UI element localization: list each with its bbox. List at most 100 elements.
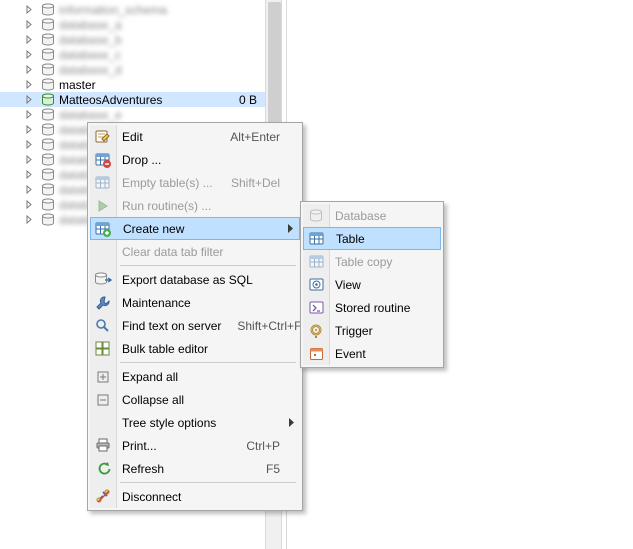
- expander-icon[interactable]: [26, 110, 35, 119]
- tree-node[interactable]: database_a: [0, 17, 265, 32]
- menu-label: Drop ...: [122, 153, 280, 167]
- expander-icon[interactable]: [26, 35, 35, 44]
- database-icon: [41, 138, 55, 152]
- submenu-arrow-icon: [288, 418, 294, 428]
- submenu-trigger[interactable]: Trigger: [303, 319, 441, 342]
- table-icon: [307, 230, 325, 248]
- menu-run-routines: Run routine(s) ...: [90, 194, 300, 217]
- edit-icon: [94, 128, 112, 146]
- refresh-icon: [94, 460, 112, 478]
- tree-node-size: 0 B: [239, 93, 265, 107]
- database-icon: [41, 168, 55, 182]
- menu-accel: Alt+Enter: [214, 130, 280, 144]
- menu-expand-all[interactable]: Expand all: [90, 365, 300, 388]
- database-icon: [307, 207, 325, 225]
- database-icon: [41, 123, 55, 137]
- context-menu[interactable]: Edit Alt+Enter Drop ... Empty table(s) .…: [87, 122, 303, 511]
- expander-icon[interactable]: [26, 200, 35, 209]
- menu-edit[interactable]: Edit Alt+Enter: [90, 125, 300, 148]
- database-icon: [41, 213, 55, 227]
- create-new-icon: [94, 220, 112, 238]
- menu-label: Table copy: [335, 255, 421, 269]
- menu-collapse-all[interactable]: Collapse all: [90, 388, 300, 411]
- menu-tree-style[interactable]: Tree style options: [90, 411, 300, 434]
- menu-label: Clear data tab filter: [122, 245, 280, 259]
- tree-node-label: MatteosAdventures: [59, 93, 239, 107]
- menu-bulk-editor[interactable]: Bulk table editor: [90, 337, 300, 360]
- menu-accel: F5: [250, 462, 280, 476]
- menu-empty-tables: Empty table(s) ... Shift+Del: [90, 171, 300, 194]
- menu-label: Expand all: [122, 370, 280, 384]
- menu-label: Disconnect: [122, 490, 280, 504]
- tree-node[interactable]: database_c: [0, 47, 265, 62]
- menu-accel: Shift+Ctrl+F: [221, 319, 301, 333]
- submenu-table-copy: Table copy: [303, 250, 441, 273]
- expander-icon[interactable]: [26, 140, 35, 149]
- routine-icon: [307, 299, 325, 317]
- menu-label: Maintenance: [122, 296, 280, 310]
- expander-icon[interactable]: [26, 185, 35, 194]
- tree-node-label: database_b: [59, 33, 265, 47]
- database-active-icon: [41, 93, 55, 107]
- expander-icon[interactable]: [26, 95, 35, 104]
- database-icon: [41, 78, 55, 92]
- expander-icon[interactable]: [26, 155, 35, 164]
- run-icon: [94, 197, 112, 215]
- menu-export-sql[interactable]: Export database as SQL: [90, 268, 300, 291]
- tree-node[interactable]: master: [0, 77, 265, 92]
- tree-node[interactable]: database_d: [0, 62, 265, 77]
- submenu-stored-routine[interactable]: Stored routine: [303, 296, 441, 319]
- menu-maintenance[interactable]: Maintenance: [90, 291, 300, 314]
- submenu-table[interactable]: Table: [303, 227, 441, 250]
- database-icon: [41, 198, 55, 212]
- expander-icon[interactable]: [26, 125, 35, 134]
- menu-label: Stored routine: [335, 301, 421, 315]
- menu-refresh[interactable]: Refresh F5: [90, 457, 300, 480]
- menu-label: Trigger: [335, 324, 421, 338]
- menu-label: Refresh: [122, 462, 250, 476]
- submenu-database: Database: [303, 204, 441, 227]
- expander-icon[interactable]: [26, 215, 35, 224]
- tree-node-label: database_d: [59, 63, 265, 77]
- menu-label: Find text on server: [122, 319, 221, 333]
- menu-create-new[interactable]: Create new: [90, 217, 300, 240]
- expander-icon[interactable]: [26, 170, 35, 179]
- tree-node[interactable]: information_schema: [0, 2, 265, 17]
- submenu-event[interactable]: Event: [303, 342, 441, 365]
- disconnect-icon: [94, 488, 112, 506]
- view-icon: [307, 276, 325, 294]
- submenu-view[interactable]: View: [303, 273, 441, 296]
- database-icon: [41, 108, 55, 122]
- database-icon: [41, 48, 55, 62]
- database-icon: [41, 63, 55, 77]
- menu-find-text[interactable]: Find text on server Shift+Ctrl+F: [90, 314, 300, 337]
- tree-node[interactable]: database_e: [0, 107, 265, 122]
- create-new-submenu[interactable]: Database Table Table copy View Stored ro…: [300, 201, 444, 368]
- expander-icon[interactable]: [26, 80, 35, 89]
- expander-icon[interactable]: [26, 65, 35, 74]
- menu-label: Print...: [122, 439, 230, 453]
- tree-node-label: database_e: [59, 108, 265, 122]
- expander-icon[interactable]: [26, 20, 35, 29]
- menu-separator: [120, 362, 296, 363]
- printer-icon: [94, 437, 112, 455]
- database-icon: [41, 33, 55, 47]
- tree-node-label: database_a: [59, 18, 265, 32]
- app-root: information_schemadatabase_adatabase_bda…: [0, 0, 633, 549]
- menu-label: Table: [336, 232, 420, 246]
- menu-disconnect[interactable]: Disconnect: [90, 485, 300, 508]
- menu-drop[interactable]: Drop ...: [90, 148, 300, 171]
- menu-label: Edit: [122, 130, 214, 144]
- menu-label: Bulk table editor: [122, 342, 280, 356]
- menu-print[interactable]: Print... Ctrl+P: [90, 434, 300, 457]
- expander-icon[interactable]: [26, 50, 35, 59]
- tree-node[interactable]: MatteosAdventures0 B: [0, 92, 265, 107]
- event-icon: [307, 345, 325, 363]
- menu-accel: Shift+Del: [215, 176, 280, 190]
- menu-label: Event: [335, 347, 421, 361]
- empty-table-icon: [94, 174, 112, 192]
- tree-node-label: master: [59, 78, 265, 92]
- menu-separator: [120, 265, 296, 266]
- tree-node[interactable]: database_b: [0, 32, 265, 47]
- expander-icon[interactable]: [26, 5, 35, 14]
